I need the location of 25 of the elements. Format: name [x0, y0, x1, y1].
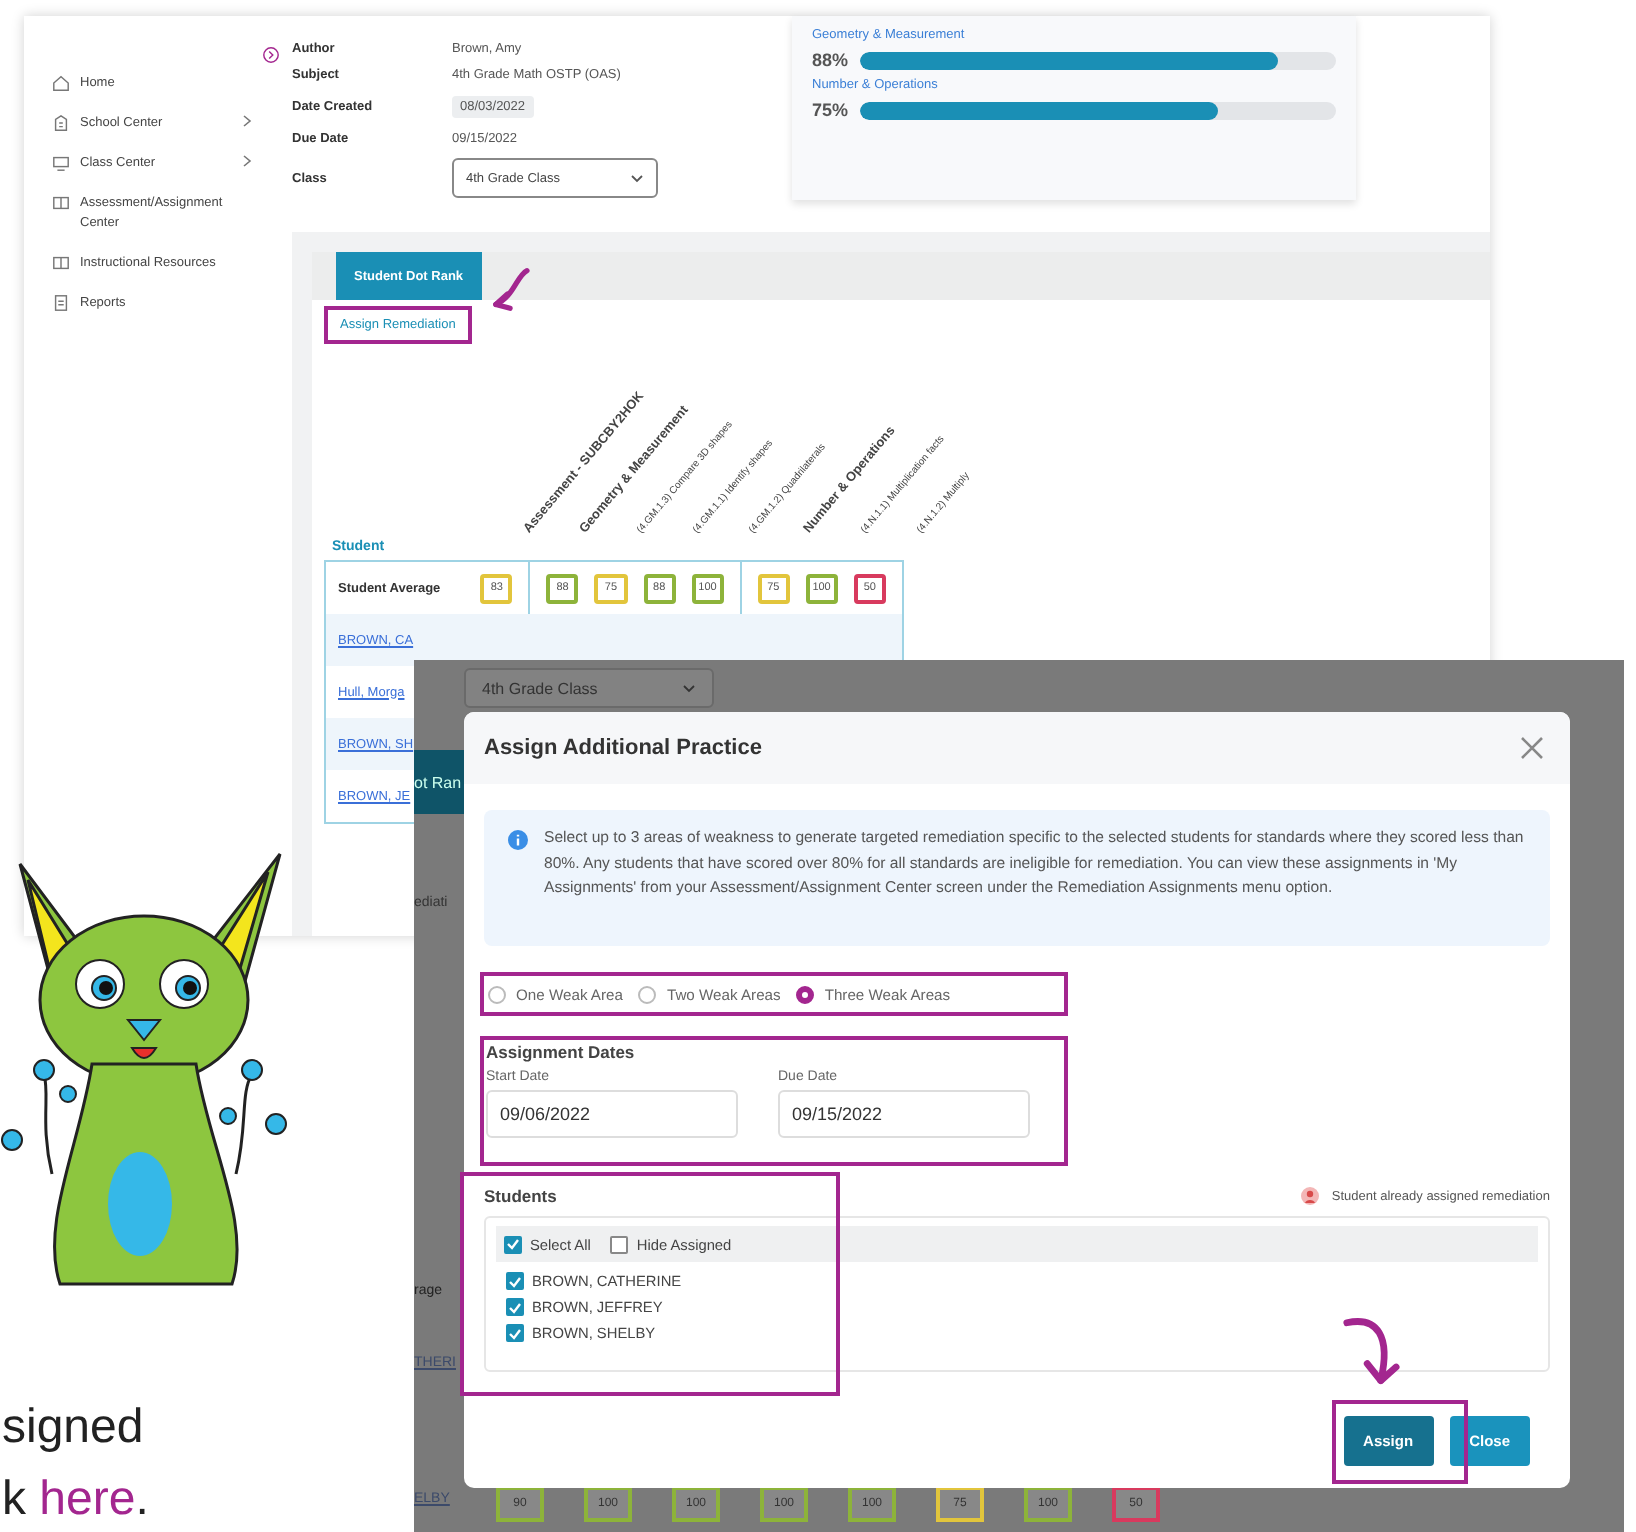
date-field[interactable]: 09/15/2022	[778, 1090, 1030, 1138]
percent-label: 88%	[812, 50, 851, 70]
person-badge-icon	[1299, 1186, 1320, 1206]
date-field[interactable]: 09/06/2022	[486, 1090, 738, 1138]
book-icon	[52, 194, 70, 212]
here-link[interactable]: here	[39, 1472, 136, 1526]
chevron-down-icon	[682, 683, 696, 693]
checkmark-icon	[506, 1238, 520, 1250]
highlight-frame	[1332, 1400, 1468, 1484]
collapse-icon	[262, 46, 280, 64]
building-icon	[52, 114, 70, 132]
home-icon	[52, 74, 70, 92]
dialog-title: Assign Additional Practice	[484, 736, 762, 760]
caption-text: signed	[2, 1398, 146, 1458]
caption-text: k here.	[2, 1470, 149, 1530]
close-icon[interactable]	[1518, 734, 1546, 762]
info-icon	[508, 830, 528, 850]
tab-fragment: ot Ran	[414, 750, 464, 814]
chevron-down-icon	[630, 173, 644, 184]
section-heading: Students	[484, 1186, 557, 1206]
percent-label: 75%	[812, 100, 851, 120]
book-icon	[52, 253, 70, 271]
section-heading: Assignment Dates	[486, 1042, 637, 1062]
monitor-icon	[52, 154, 70, 172]
document-icon	[52, 293, 70, 311]
